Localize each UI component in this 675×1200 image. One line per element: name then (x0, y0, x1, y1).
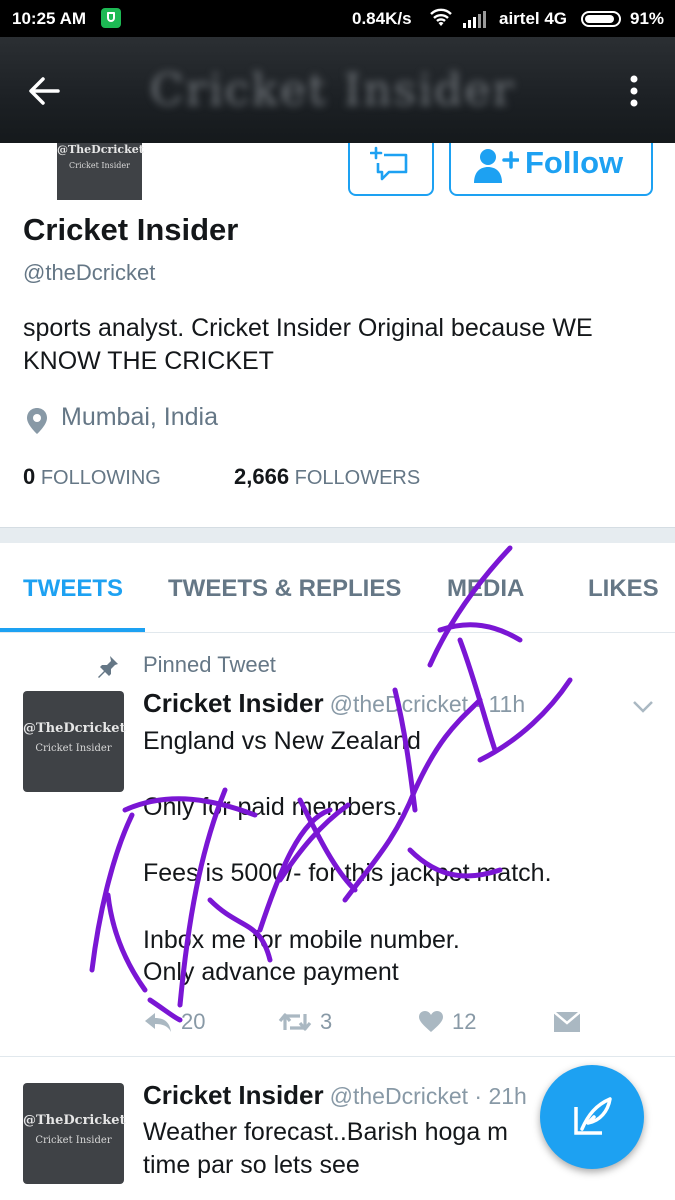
tweet-separator (0, 1056, 675, 1057)
avatar-text-line1: @TheDcricket (23, 721, 126, 736)
compose-feather-icon (574, 1097, 612, 1135)
signal-icon (463, 11, 486, 28)
profile-bio: sports analyst. Cricket Insider Original… (23, 314, 593, 375)
direct-message-button[interactable] (348, 143, 434, 196)
tweet-avatar[interactable]: @TheDcricket Cricket Insider (23, 1083, 126, 1184)
like-count: 12 (452, 1009, 477, 1035)
battery-percent: 91% (630, 9, 665, 28)
follow-button[interactable]: Follow (449, 143, 653, 196)
envelope-icon (553, 1011, 581, 1033)
tweet-text-line: Only for paid members. (143, 793, 403, 821)
tweet-text-line: Inbox me for mobile number. (143, 926, 460, 954)
compose-tweet-button[interactable] (540, 1065, 644, 1169)
status-bar: 10:25 AM 0.84K/s airtel 4G 91% (0, 0, 675, 37)
tweet-author-name: Cricket Insider (143, 1080, 324, 1110)
heart-icon (419, 1011, 443, 1033)
message-plus-icon (370, 146, 408, 181)
avatar-text-line2: Cricket Insider (35, 743, 112, 754)
avatar-text-line2: Cricket Insider (35, 1135, 112, 1146)
chevron-down-icon[interactable] (632, 700, 654, 714)
reply-icon (145, 1013, 171, 1033)
active-tab-indicator (0, 628, 145, 632)
tweet-text-line: Weather forecast..Barish hoga m (143, 1118, 508, 1146)
reply-button[interactable]: 20 (143, 1008, 205, 1035)
followers-stat[interactable]: 2,666 FOLLOWERS (234, 464, 420, 490)
following-count: 0 (23, 464, 36, 489)
arrow-left-icon[interactable] (24, 71, 64, 111)
tweet-meta: @theDcricket · 21h (329, 1083, 527, 1109)
profile-tabs: TWEETS TWEETS & REPLIES MEDIA LIKES (0, 543, 675, 633)
tweet-avatar[interactable]: @TheDcricket Cricket Insider (23, 691, 126, 792)
battery-fill (585, 15, 615, 23)
avatar-text-line2: Cricket Insider (69, 161, 130, 170)
tweet-text-line: Fees is 5000/- for this jackpot match. (143, 859, 552, 887)
profile-handle: @theDcricket (23, 260, 156, 285)
carrier-label: airtel 4G (499, 9, 568, 28)
more-vertical-icon[interactable] (620, 71, 648, 111)
tweet-text-line: England vs New Zealand (143, 727, 421, 755)
like-button[interactable]: 12 (418, 1008, 476, 1035)
tweet-actions: 20 3 12 (143, 1008, 603, 1038)
tweet-text-line: Only advance payment (143, 958, 399, 986)
profile-header-banner: Cricket Insider (0, 37, 675, 143)
tab-media[interactable]: MEDIA (447, 575, 524, 603)
tweet-author-name: Cricket Insider (143, 688, 324, 718)
avatar-text-line1: @TheDcricket (57, 143, 144, 156)
direct-message-share-button[interactable] (553, 1008, 581, 1034)
followers-count: 2,666 (234, 464, 290, 489)
wifi-icon (430, 8, 452, 26)
followers-label: FOLLOWERS (294, 467, 421, 489)
retweet-button[interactable]: 3 (278, 1008, 332, 1035)
follow-button-label: Follow (525, 145, 624, 180)
profile-name: Cricket Insider (23, 212, 239, 247)
tweet-author: Cricket Insider @theDcricket · 11h (143, 688, 525, 719)
pinned-text: Pinned Tweet (143, 652, 276, 677)
user-plus-icon (474, 149, 519, 183)
retweet-icon (278, 1013, 312, 1031)
tab-tweets-and-replies[interactable]: TWEETS & REPLIES (168, 575, 401, 603)
retweet-count: 3 (320, 1009, 333, 1035)
tweet-text-line: time par so lets see (143, 1151, 360, 1179)
reply-count: 20 (181, 1009, 206, 1035)
section-divider (0, 527, 675, 543)
banner-blurred-title: Cricket Insider (150, 65, 516, 116)
tweet-meta: @theDcricket · 11h (329, 691, 526, 717)
following-stat[interactable]: 0 FOLLOWING (23, 464, 161, 490)
following-label: FOLLOWING (40, 467, 161, 489)
shield-icon (101, 8, 121, 28)
battery-icon (581, 11, 621, 27)
tab-tweets[interactable]: TWEETS (23, 575, 123, 603)
profile-avatar[interactable]: @TheDcricket Cricket Insider (57, 143, 144, 200)
location-text: Mumbai, India (61, 403, 219, 431)
network-speed: 0.84K/s (352, 9, 412, 28)
tab-likes[interactable]: LIKES (588, 575, 659, 603)
avatar-text-line1: @TheDcricket (23, 1113, 126, 1128)
pin-icon (98, 656, 118, 678)
status-time: 10:25 AM (12, 9, 87, 28)
tweet-author: Cricket Insider @theDcricket · 21h (143, 1080, 527, 1111)
location-pin-icon (27, 408, 47, 434)
